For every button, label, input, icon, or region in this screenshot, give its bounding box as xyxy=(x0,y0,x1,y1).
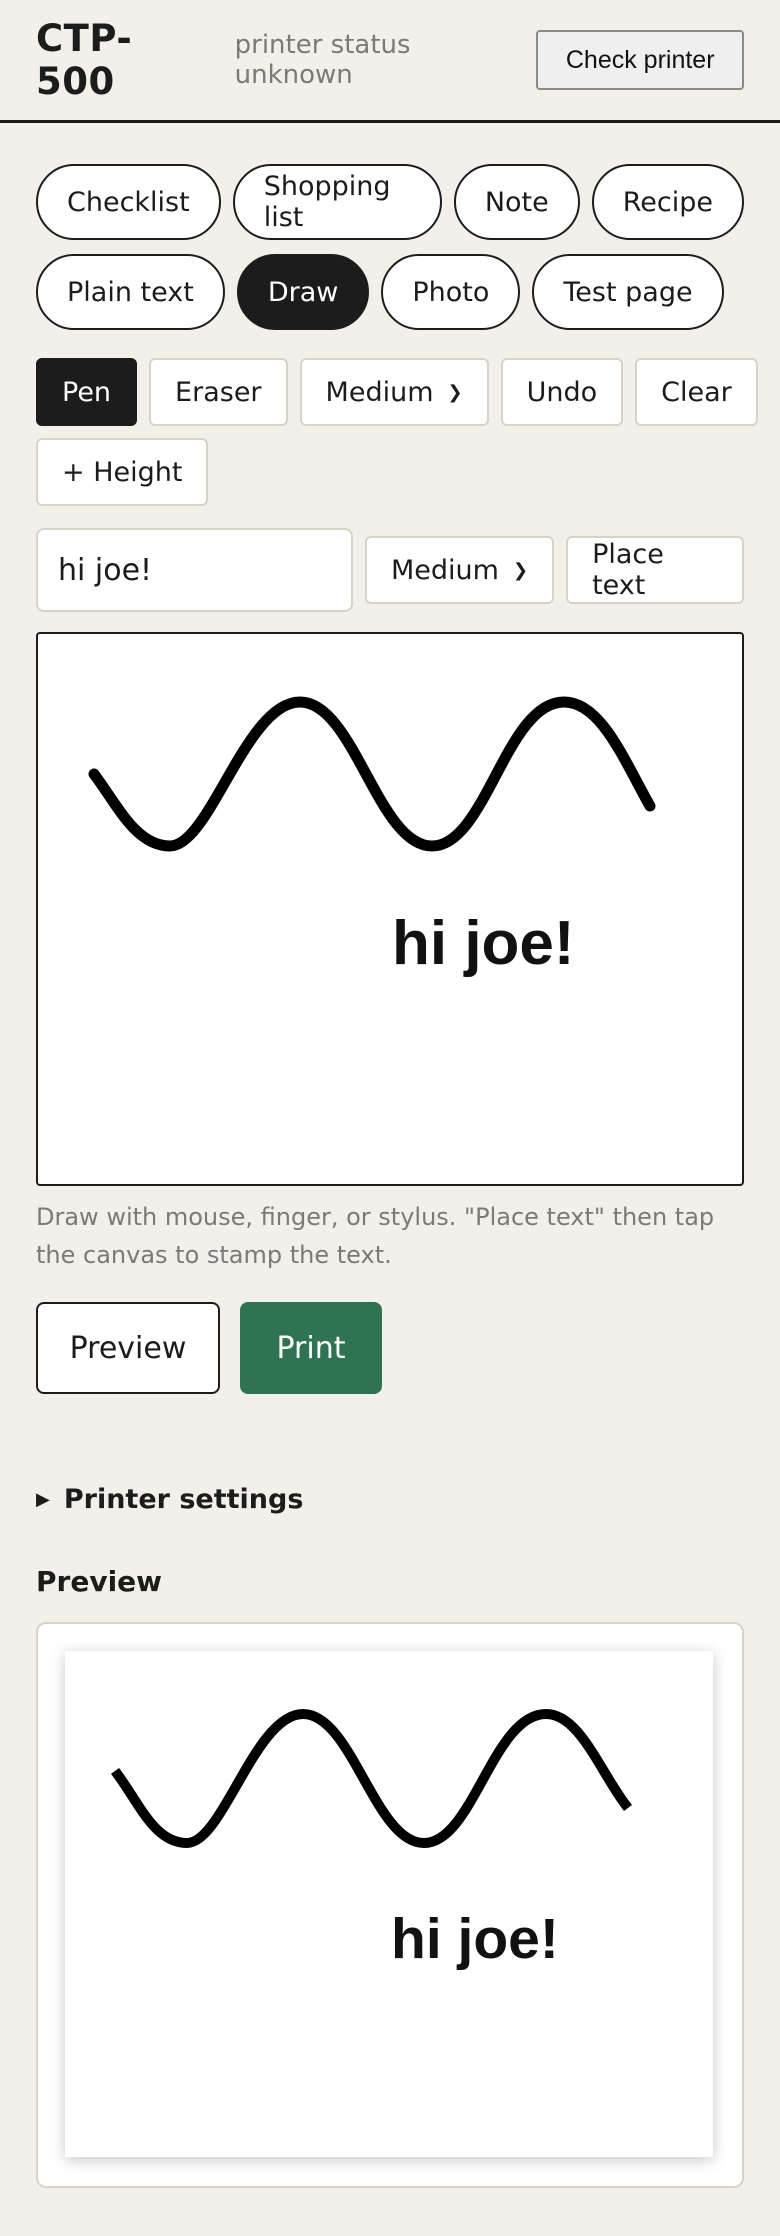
brush-size-select[interactable]: Medium ❯ xyxy=(299,358,489,426)
eraser-tool-button[interactable]: Eraser xyxy=(149,358,288,426)
clear-button[interactable]: Clear xyxy=(635,358,758,426)
stamped-text: hi joe! xyxy=(392,909,575,978)
text-size-select[interactable]: Medium ❯ xyxy=(365,536,555,604)
preview-heading: Preview xyxy=(36,1565,163,1598)
draw-toolbar-row-2: + Height xyxy=(36,438,744,506)
drawing-stroke-layer xyxy=(88,696,656,852)
chevron-down-icon: ❯ xyxy=(512,559,529,581)
chevron-down-icon: ❯ xyxy=(447,381,463,403)
action-buttons: Preview Print xyxy=(36,1302,744,1394)
triangle-right-icon: ▶ xyxy=(36,1489,50,1510)
print-preview-paper: hi joe! xyxy=(65,1651,713,2157)
mode-tab-test-page[interactable]: Test page xyxy=(532,254,724,330)
text-stamp-row: Medium ❯ Place text xyxy=(36,528,744,612)
text-size-value: Medium xyxy=(391,554,499,586)
mode-tab-note[interactable]: Note xyxy=(453,164,580,240)
mode-tab-photo[interactable]: Photo xyxy=(381,254,521,330)
brush-size-value: Medium xyxy=(325,376,434,408)
preview-button[interactable]: Preview xyxy=(36,1302,220,1394)
wave-stroke xyxy=(88,696,656,852)
main-content: Checklist Shopping list Note Recipe Plai… xyxy=(0,164,780,2188)
mode-tab-recipe[interactable]: Recipe xyxy=(591,164,744,240)
preview-stamped-text: hi joe! xyxy=(391,1907,559,1971)
check-printer-button[interactable]: Check printer xyxy=(536,30,744,90)
drawing-canvas[interactable]: hi joe! xyxy=(36,632,744,1186)
place-text-button[interactable]: Place text xyxy=(566,536,744,604)
mode-tab-checklist[interactable]: Checklist xyxy=(36,164,221,240)
printer-status: printer status unknown xyxy=(234,30,411,90)
mode-tab-plain-text[interactable]: Plain text xyxy=(36,254,225,330)
mode-tabs-row-2: Plain text Draw Photo Test page xyxy=(36,254,744,330)
mode-tabs-row-1: Checklist Shopping list Note Recipe xyxy=(36,164,744,240)
print-button[interactable]: Print xyxy=(240,1302,382,1394)
preview-stroke-layer xyxy=(111,1708,632,1849)
app-title: CTP-500 xyxy=(36,17,133,103)
draw-toolbar: Pen Eraser Medium ❯ Undo Clear xyxy=(36,358,758,426)
stamp-text-input[interactable] xyxy=(36,528,353,612)
add-height-button[interactable]: + Height xyxy=(36,438,209,506)
mode-tab-shopping-list[interactable]: Shopping list xyxy=(232,164,442,240)
canvas-hint: Draw with mouse, finger, or stylus. "Pla… xyxy=(36,1203,715,1269)
undo-button[interactable]: Undo xyxy=(500,358,624,426)
preview-wave-stroke xyxy=(111,1708,632,1849)
printer-settings-toggle[interactable]: ▶ Printer settings xyxy=(36,1484,744,1515)
app-header: CTP-500 printer status unknown Check pri… xyxy=(0,0,780,123)
printer-settings-label: Printer settings xyxy=(63,1484,304,1515)
preview-panel: hi joe! xyxy=(36,1622,744,2188)
mode-tab-draw[interactable]: Draw xyxy=(236,254,370,330)
pen-tool-button[interactable]: Pen xyxy=(36,358,138,426)
